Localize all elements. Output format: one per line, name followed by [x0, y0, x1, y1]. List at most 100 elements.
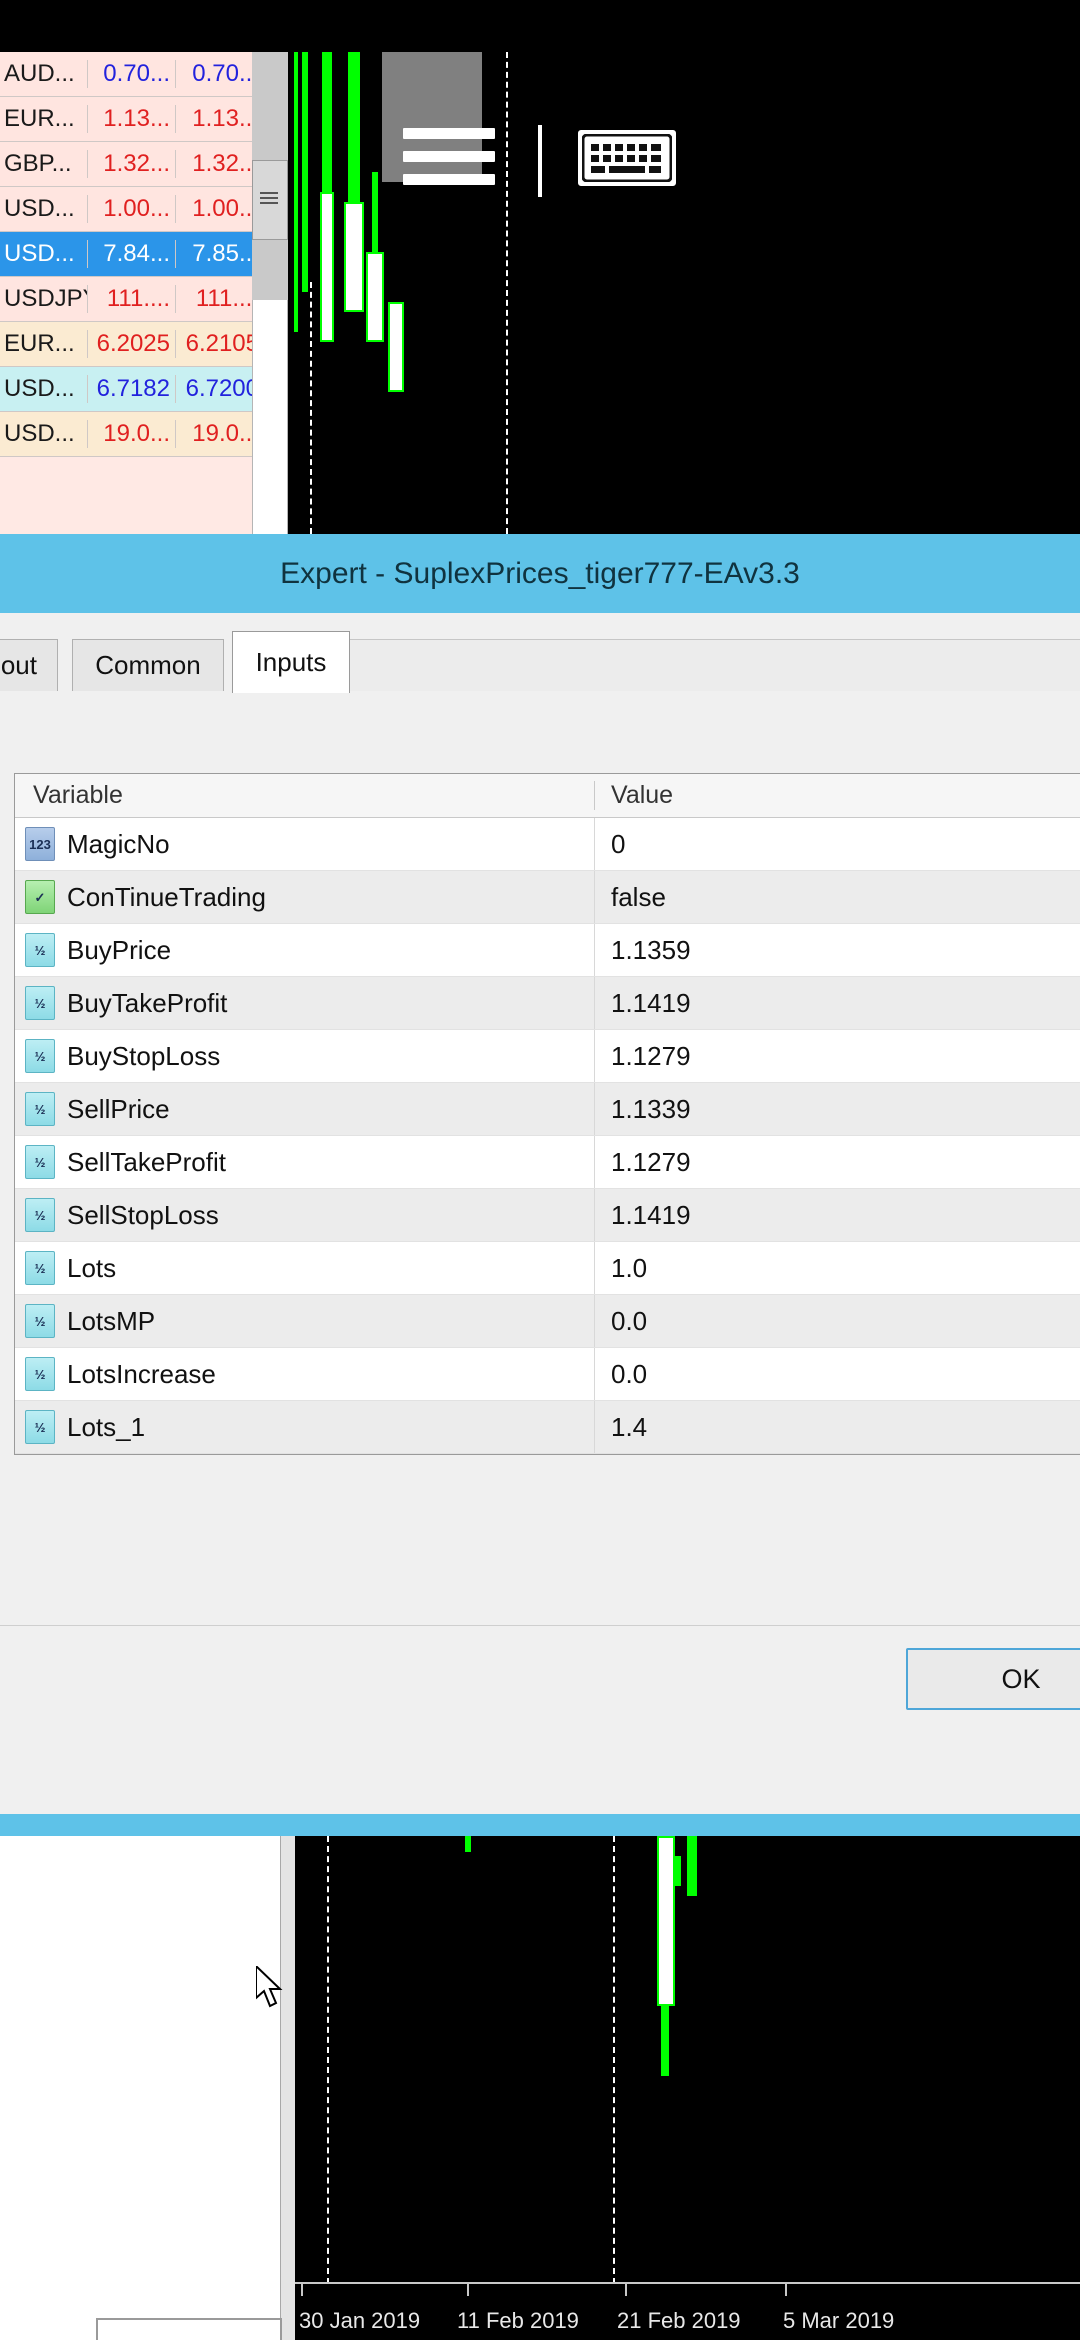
market-watch-row[interactable]: GBP...1.32...1.32...: [0, 142, 268, 187]
ask-cell: 6.2105: [176, 330, 264, 358]
axis-tick: [467, 2282, 469, 2296]
axis-tick: [785, 2282, 787, 2296]
ask-cell: 111....: [176, 285, 264, 313]
table-row[interactable]: ½SellPrice1.1339: [15, 1083, 1080, 1136]
value-cell[interactable]: 1.1419: [595, 988, 1080, 1019]
symbol-cell: EUR...: [0, 105, 88, 133]
table-row[interactable]: ½BuyTakeProfit1.1419: [15, 977, 1080, 1030]
market-watch-row[interactable]: USDJPY111....111....: [0, 277, 268, 322]
candle-wick: [465, 1836, 471, 1852]
bid-cell: 19.0...: [88, 420, 176, 448]
expert-properties-dialog[interactable]: Expert - SuplexPrices_tiger777-EAv3.3 Ab…: [0, 534, 1080, 1814]
bid-cell: 1.13...: [88, 105, 176, 133]
table-row[interactable]: 123MagicNo0: [15, 818, 1080, 871]
table-row[interactable]: ½ Lots 1.0: [15, 1242, 1080, 1295]
decimal-variable-icon: ½: [25, 1357, 55, 1391]
dialog-tab-bar[interactable]: About Common Inputs: [0, 629, 1080, 691]
symbol-cell: AUD...: [0, 60, 88, 88]
table-row[interactable]: ½SellStopLoss1.1419: [15, 1189, 1080, 1242]
table-row[interactable]: ½Lots_11.4: [15, 1401, 1080, 1454]
table-row[interactable]: ½BuyPrice1.1359: [15, 924, 1080, 977]
ask-cell: 19.0...: [176, 420, 264, 448]
ask-cell: 6.7200: [176, 375, 264, 403]
value-cell[interactable]: 1.1419: [595, 1200, 1080, 1231]
number-variable-icon: 123: [25, 827, 55, 861]
toolbar-separator: [538, 125, 542, 197]
ask-cell: 0.70...: [176, 60, 264, 88]
keyboard-icon[interactable]: [578, 130, 676, 186]
market-watch-scroll-lower[interactable]: [252, 300, 288, 534]
candle-body-shape: [657, 1836, 675, 2006]
value-cell[interactable]: 1.1279: [595, 1147, 1080, 1178]
tab-about-label: About: [0, 650, 37, 681]
chart-gridline: [327, 1836, 329, 2284]
axis-label-3: 5 Mar 2019: [783, 2308, 894, 2334]
axis-tick: [625, 2282, 627, 2296]
market-watch-row[interactable]: USD...1.00...1.00...: [0, 187, 268, 232]
ok-button[interactable]: OK: [906, 1648, 1080, 1710]
tab-common[interactable]: Common: [72, 639, 224, 691]
table-row[interactable]: ½BuyStopLoss1.1279: [15, 1030, 1080, 1083]
bottom-blue-strip: [0, 1814, 1080, 1836]
inputs-grid[interactable]: Variable Value 123MagicNo0✓ConTinueTradi…: [14, 773, 1080, 1455]
variable-cell: ½BuyTakeProfit: [15, 977, 595, 1029]
dialog-title-text: Expert - SuplexPrices_tiger777-EAv3.3: [280, 557, 800, 591]
table-row[interactable]: ½Lots_21.0: [15, 1454, 1080, 1455]
value-cell[interactable]: 1.1359: [595, 935, 1080, 966]
chart-gridline: [310, 282, 312, 534]
value-cell[interactable]: 1.1279: [595, 1041, 1080, 1072]
value-cell[interactable]: false: [595, 882, 1080, 913]
market-watch-row[interactable]: EUR...1.13...1.13...: [0, 97, 268, 142]
value-cell[interactable]: 1.0: [595, 1253, 1080, 1284]
market-watch-row[interactable]: EUR...6.20256.2105: [0, 322, 268, 367]
market-watch-row[interactable]: USD...6.71826.7200: [0, 367, 268, 412]
value-cell[interactable]: 1.1339: [595, 1094, 1080, 1125]
candle-wick: [675, 1856, 681, 1886]
bid-cell: 1.00...: [88, 195, 176, 223]
axis-label-1: 11 Feb 2019: [457, 2308, 579, 2334]
market-watch-row[interactable]: USD...7.84...7.85...: [0, 232, 268, 277]
bottom-scrollbar[interactable]: [281, 1836, 295, 2340]
variable-name: Lots: [67, 1253, 116, 1284]
price-chart-bottom[interactable]: 30 Jan 2019 11 Feb 2019 21 Feb 2019 5 Ma…: [295, 1836, 1080, 2340]
variable-name: ConTinueTrading: [67, 882, 266, 913]
tab-about[interactable]: About: [0, 639, 58, 691]
value-cell[interactable]: 0.0: [595, 1306, 1080, 1337]
variable-cell: 123MagicNo: [15, 818, 595, 870]
variable-name: BuyPrice: [67, 935, 171, 966]
bid-cell: 111....: [88, 285, 176, 313]
table-row[interactable]: ½LotsMP0.0: [15, 1295, 1080, 1348]
table-row[interactable]: ✓ConTinueTradingfalse: [15, 871, 1080, 924]
bottom-input-box[interactable]: [96, 2318, 282, 2340]
top-black-strip: [0, 0, 1080, 52]
candle-wick: [302, 52, 308, 292]
decimal-variable-icon: ½: [25, 1304, 55, 1338]
decimal-variable-icon: ½: [25, 1145, 55, 1179]
dialog-title-bar: Expert - SuplexPrices_tiger777-EAv3.3: [0, 535, 1080, 613]
tab-common-label: Common: [95, 650, 200, 681]
candle-wick: [687, 1836, 697, 1896]
variable-cell: ½SellTakeProfit: [15, 1136, 595, 1188]
table-row[interactable]: ½SellTakeProfit1.1279: [15, 1136, 1080, 1189]
ask-cell: 1.00...: [176, 195, 264, 223]
market-watch-row[interactable]: USD...19.0...19.0...: [0, 412, 268, 457]
value-cell[interactable]: 0: [595, 829, 1080, 860]
hamburger-icon[interactable]: [403, 128, 495, 197]
ask-cell: 1.13...: [176, 105, 264, 133]
value-cell[interactable]: 1.4: [595, 1412, 1080, 1443]
candle-body-shape: [344, 202, 364, 312]
variable-cell: ½Lots_1: [15, 1401, 595, 1453]
candle-body-shape: [322, 52, 332, 192]
symbol-cell: EUR...: [0, 330, 88, 358]
grid-header-row: Variable Value: [15, 774, 1080, 818]
market-watch-row[interactable]: AUD...0.70...0.70...: [0, 52, 268, 97]
column-header-variable: Variable: [15, 781, 595, 810]
variable-cell: ½SellStopLoss: [15, 1189, 595, 1241]
table-row[interactable]: ½LotsIncrease0.0: [15, 1348, 1080, 1401]
market-watch-panel[interactable]: AUD...0.70...0.70...EUR...1.13...1.13...…: [0, 52, 268, 534]
value-cell[interactable]: 0.0: [595, 1359, 1080, 1390]
tab-inputs[interactable]: Inputs: [232, 631, 350, 693]
candle-wick: [294, 52, 298, 332]
dialog-button-bar: OK: [0, 1625, 1080, 1745]
decimal-variable-icon: ½: [25, 1251, 55, 1285]
